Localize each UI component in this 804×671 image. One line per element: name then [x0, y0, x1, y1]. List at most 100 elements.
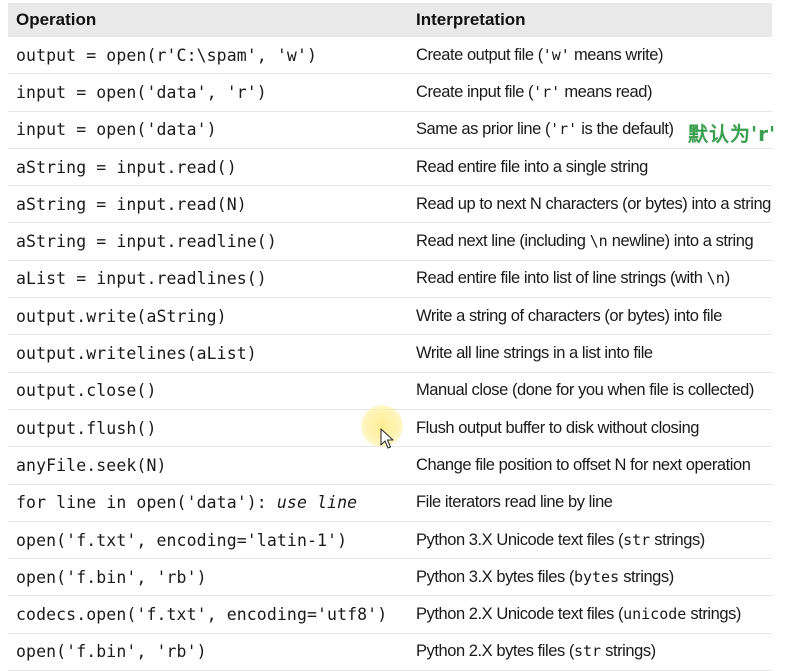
interpretation-text: Python 2.X Unicode text files ( — [416, 605, 624, 624]
interpretation-cell: Python 2.X bytes files (str strings) — [404, 633, 772, 670]
table-body: output = open(r'C:\spam', 'w') Create out… — [8, 37, 772, 671]
interpretation-text: strings) — [686, 605, 741, 624]
interpretation-text: Python 3.X bytes files ( — [416, 567, 574, 586]
operation-code-text: codecs.open('f.txt', encoding='utf8') — [16, 605, 388, 625]
interpretation-text: Read up to next N characters (or bytes) … — [416, 194, 771, 213]
operation-cell: input = open('data', 'r') — [8, 74, 404, 111]
operation-cell: aString = input.readline() — [8, 223, 404, 260]
interpretation-text: Read entire file into a single string — [416, 157, 648, 176]
interpretation-code-text: \n — [706, 269, 725, 288]
interpretation-text: Create output file ( — [416, 45, 543, 64]
interpretation-text: Same as prior line ( — [416, 120, 551, 139]
table-row: aString = input.read() Read entire file i… — [8, 148, 772, 186]
operation-cell: aList = input.readlines() — [8, 260, 404, 297]
interpretation-text: means write) — [569, 45, 664, 64]
operation-cell: output.write(aString) — [8, 298, 404, 335]
interpretation-text: Change file position to offset N for nex… — [416, 455, 751, 474]
operation-cell: aString = input.read(N) — [8, 186, 404, 223]
interpretation-cell: File iterators read line by line — [404, 484, 772, 521]
interpretation-code-text: 'r' — [550, 120, 578, 139]
operation-code-text: anyFile.seek(N) — [16, 455, 167, 475]
table-row: aList = input.readlines() Read entire fil… — [8, 260, 772, 298]
operation-code-text: aString = input.read(N) — [16, 194, 247, 214]
interpretation-cell: Read entire file into a single string — [404, 148, 772, 185]
operation-code-text: input = open('data', 'r') — [16, 82, 267, 102]
table-row: input = open('data') Same as prior line (… — [8, 111, 772, 149]
interpretation-text: Flush output buffer to disk without clos… — [416, 418, 700, 437]
operation-code-text: output.writelines(aList) — [16, 344, 257, 364]
interpretation-text: Python 2.X bytes files ( — [416, 642, 574, 661]
interpretation-text: Read entire file into list of line strin… — [416, 269, 707, 288]
header-interpretation: Interpretation — [404, 3, 772, 37]
operation-cell: output.writelines(aList) — [8, 335, 404, 372]
interpretation-text: strings) — [601, 642, 656, 661]
interpretation-cell: Create input file ('r' means read) — [404, 74, 772, 111]
table-row: aString = input.read(N) Read up to next N… — [8, 186, 772, 223]
operation-code-text: open('f.bin', 'rb') — [16, 567, 207, 587]
interpretation-code-text: 'w' — [542, 45, 570, 64]
interpretation-text: strings) — [650, 530, 705, 549]
table-row: input = open('data', 'r') Create input fi… — [8, 74, 772, 112]
interpretation-code-text: bytes — [573, 567, 620, 586]
interpretation-code-text: unicode — [623, 605, 687, 624]
operation-cell: output.flush() — [8, 409, 404, 446]
interpretation-text: Python 3.X Unicode text files ( — [416, 530, 624, 549]
header-operation: Operation — [8, 3, 404, 37]
interpretation-cell: Flush output buffer to disk without clos… — [404, 409, 772, 446]
operation-cell: for line in open('data'): use line — [8, 484, 404, 521]
interpretation-text: means read) — [560, 82, 652, 101]
table-row: output.write(aString) Write a string of c… — [8, 298, 772, 335]
table-row: open('f.bin', 'rb') Python 2.X bytes file… — [8, 633, 772, 671]
operation-code-text: output.close() — [16, 381, 157, 401]
interpretation-cell: Python 3.X Unicode text files (str strin… — [404, 521, 772, 558]
interpretation-cell: Write a string of characters (or bytes) … — [404, 298, 772, 335]
handwritten-annotation: 默认为'r' — [688, 122, 777, 146]
table-row: open('f.txt', encoding='latin-1') Python … — [8, 521, 772, 559]
operation-code-text: output.flush() — [16, 418, 157, 438]
operation-code-text: aList = input.readlines() — [16, 269, 267, 289]
interpretation-text: strings) — [619, 567, 674, 586]
operation-code-text: open('f.txt', encoding='latin-1') — [16, 530, 348, 550]
operation-cell: codecs.open('f.txt', encoding='utf8') — [8, 596, 404, 633]
table-row: anyFile.seek(N) Change file position to o… — [8, 447, 772, 485]
interpretation-cell: Python 2.X Unicode text files (unicode s… — [404, 596, 772, 633]
table-row: output = open(r'C:\spam', 'w') Create out… — [8, 37, 772, 74]
interpretation-text: Manual close (done for you when file is … — [416, 381, 754, 400]
interpretation-cell: Python 3.X bytes files (bytes strings) — [404, 559, 772, 596]
interpretation-code-text: 'r' — [533, 82, 561, 101]
table-header: Operation Interpretation — [8, 3, 772, 37]
interpretation-text: Write all line strings in a list into fi… — [416, 344, 653, 363]
table-row: output.writelines(aList) Write all line s… — [8, 335, 772, 373]
interpretation-text: Create input file ( — [416, 82, 534, 101]
interpretation-cell: Write all line strings in a list into fi… — [404, 335, 772, 372]
interpretation-cell: Manual close (done for you when file is … — [404, 372, 772, 409]
interpretation-cell: Read up to next N characters (or bytes) … — [404, 186, 772, 223]
interpretation-text: is the default) — [577, 120, 674, 139]
table-row: for line in open('data'): use line File i… — [8, 484, 772, 522]
operation-placeholder-text: use line — [276, 493, 358, 513]
operation-code-text: output.write(aString) — [16, 306, 227, 326]
interpretation-code-text: str — [623, 530, 651, 549]
interpretation-cell: Change file position to offset N for nex… — [404, 447, 772, 484]
interpretation-text: ) — [724, 269, 731, 288]
operation-cell: open('f.bin', 'rb') — [8, 633, 404, 670]
operation-code-text: aString = input.read() — [16, 157, 237, 177]
table-row: output.close() Manual close (done for you… — [8, 372, 772, 410]
table-row: aString = input.readline() Read next line… — [8, 223, 772, 261]
file-operations-table: Operation Interpretation output = open(r… — [8, 3, 772, 671]
interpretation-cell: Read entire file into list of line strin… — [404, 260, 772, 297]
operation-cell: output.close() — [8, 372, 404, 409]
operation-cell: aString = input.read() — [8, 148, 404, 185]
operation-code-text: input = open('data') — [16, 120, 217, 140]
interpretation-text: Read next line (including — [416, 232, 590, 251]
operation-cell: open('f.txt', encoding='latin-1') — [8, 521, 404, 558]
header-row: Operation Interpretation — [8, 3, 772, 37]
arrow-pointer-icon — [380, 428, 394, 449]
interpretation-text: newline) into a string — [607, 232, 754, 251]
operation-cell: output = open(r'C:\spam', 'w') — [8, 37, 404, 74]
operation-code-text: open('f.bin', 'rb') — [16, 642, 207, 662]
operation-cell: anyFile.seek(N) — [8, 447, 404, 484]
operation-cell: open('f.bin', 'rb') — [8, 559, 404, 596]
file-operations-table-container: Operation Interpretation output = open(r… — [8, 3, 772, 671]
table-row: codecs.open('f.txt', encoding='utf8') Pyt… — [8, 596, 772, 634]
